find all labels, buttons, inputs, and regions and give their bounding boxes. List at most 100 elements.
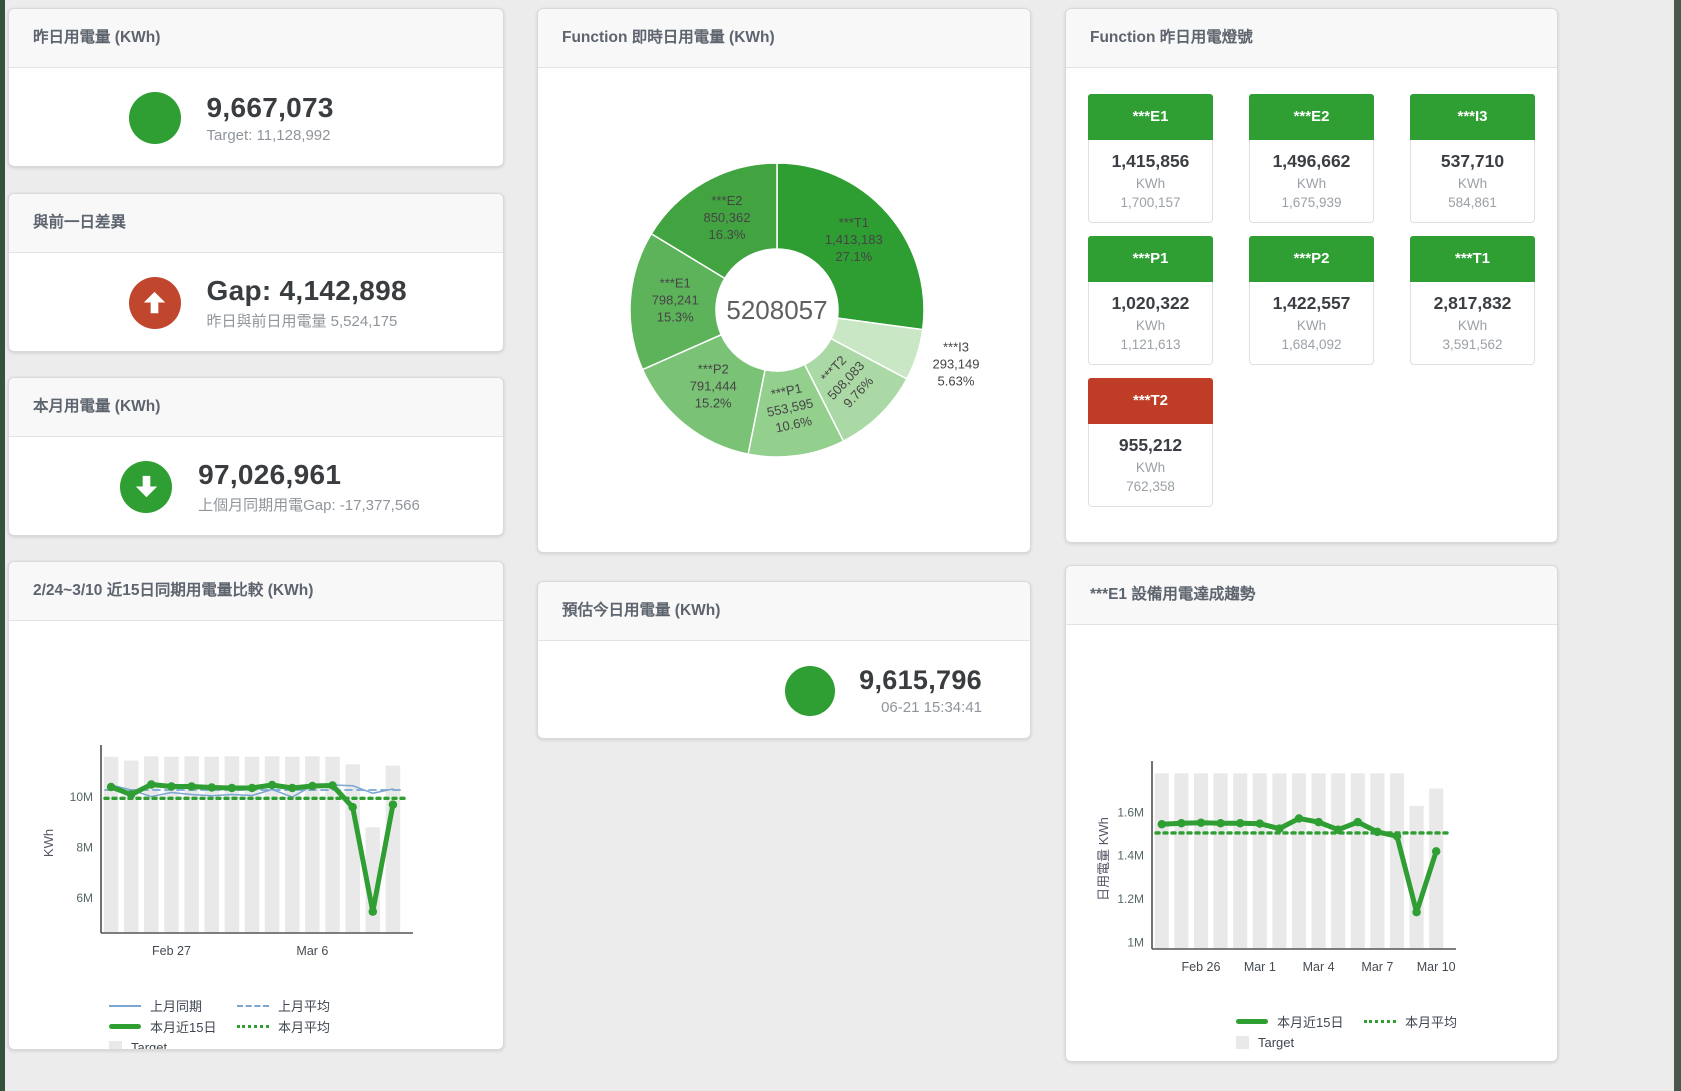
svg-text:1.6M: 1.6M (1117, 805, 1144, 819)
tile-value: 1,415,856 (1089, 151, 1212, 172)
kpi-body: 97,026,961 上個月同期用電Gap: -17,377,566 (23, 437, 517, 536)
tile-unit: KWh (1089, 318, 1212, 333)
target-bar (1292, 773, 1306, 949)
legend-item[interactable]: 本月近15日 (109, 1017, 237, 1036)
legend-item[interactable]: 上月同期 (109, 996, 237, 1015)
tile-name: ***T2 (1088, 378, 1213, 424)
target-bar (124, 761, 138, 933)
panel-title: ***E1 設備用電達成趨勢 (1066, 566, 1557, 625)
tile-unit: KWh (1250, 318, 1373, 333)
compare-chart[interactable]: 6M8M10MFeb 27Mar 6KWh (39, 741, 503, 991)
status-circle-icon (785, 666, 835, 716)
tile-value: 1,020,322 (1089, 293, 1212, 314)
trend-chart[interactable]: 1M1.2M1.4M1.6MFeb 26Mar 1Mar 4Mar 7Mar 1… (1094, 757, 1557, 1007)
legend-marker-icon (109, 1024, 141, 1029)
tile-target: 762,358 (1089, 479, 1212, 494)
panel-status-lights: Function 昨日用電燈號 ***E11,415,856KWh1,700,1… (1065, 8, 1558, 543)
tile-unit: KWh (1411, 176, 1534, 191)
legend-label: 本月平均 (278, 1017, 330, 1036)
tile-target: 3,591,562 (1411, 337, 1534, 352)
kpi-value: 97,026,961 (198, 459, 420, 491)
kpi-subtitle: 昨日與前日用電量 5,524,175 (207, 310, 412, 331)
target-bar (1312, 773, 1326, 949)
device-tile[interactable]: ***P1 1,020,322 KWh 1,121,613 (1088, 236, 1213, 365)
legend-item[interactable]: 本月平均 (1364, 1012, 1492, 1031)
panel-title: 預估今日用電量 (KWh) (538, 582, 1030, 641)
panel-day-gap: 與前一日差異 Gap: 4,142,898 昨日與前日用電量 5,524,175 (8, 193, 504, 352)
legend-marker-icon (109, 1005, 141, 1007)
target-bar (1272, 773, 1286, 949)
panel-title: Function 昨日用電燈號 (1066, 9, 1557, 68)
tile-target: 1,121,613 (1089, 337, 1212, 352)
svg-text:1.4M: 1.4M (1117, 849, 1144, 863)
tile-name: ***P1 (1088, 236, 1213, 282)
device-tile[interactable]: ***E21,496,662KWh1,675,939 (1249, 94, 1374, 223)
tile-value: 1,496,662 (1250, 151, 1373, 172)
panel-title: 昨日用電量 (KWh) (9, 9, 503, 68)
panel-month-usage: 本月用電量 (KWh) 97,026,961 上個月同期用電Gap: -17,3… (8, 377, 504, 536)
legend-row: 上月同期 上月平均 (109, 995, 503, 1016)
kpi-value: Gap: 4,142,898 (207, 275, 412, 307)
page-edge-right (1674, 0, 1681, 1091)
legend-row: Target (109, 1037, 503, 1049)
panel-yesterday-usage: 昨日用電量 (KWh) 9,667,073 Target: 11,128,992 (8, 8, 504, 167)
panel-title: 2/24~3/10 近15日同期用電量比較 (KWh) (9, 562, 503, 621)
device-tile[interactable]: ***T2955,212KWh762,358 (1088, 378, 1213, 507)
target-bar (204, 757, 218, 933)
target-bar (1370, 773, 1384, 949)
svg-text:Mar 1: Mar 1 (1244, 960, 1276, 974)
legend-marker-icon (237, 1005, 269, 1007)
svg-text:Mar 10: Mar 10 (1417, 960, 1456, 974)
svg-text:6M: 6M (76, 891, 93, 905)
device-tile[interactable]: ***P2 1,422,557 KWh 1,684,092 (1249, 236, 1374, 365)
target-bar (1155, 773, 1169, 949)
device-tile[interactable]: ***T12,817,832KWh3,591,562 (1410, 236, 1535, 365)
legend-item[interactable]: 本月近15日 (1236, 1012, 1364, 1031)
legend-item[interactable]: 本月平均 (237, 1017, 365, 1036)
kpi-subtitle: 上個月同期用電Gap: -17,377,566 (198, 494, 420, 515)
tile-unit: KWh (1089, 460, 1212, 475)
y-axis-label: KWh (41, 829, 56, 857)
legend-row: 本月近15日 本月平均 (109, 1016, 503, 1037)
tile-target: 1,684,092 (1250, 337, 1373, 352)
kpi-body: 9,667,073 Target: 11,128,992 (23, 68, 517, 167)
tiles-grid: ***E11,415,856KWh1,700,157***E21,496,662… (1066, 68, 1557, 507)
panel-today-estimate: 預估今日用電量 (KWh) 9,615,796 06-21 15:34:41 (537, 581, 1031, 739)
legend-label: 上月同期 (150, 996, 202, 1015)
device-tile[interactable]: ***E11,415,856KWh1,700,157 (1088, 94, 1213, 223)
tile-value: 1,422,557 (1250, 293, 1373, 314)
legend-row: 本月近15日 本月平均 (1236, 1011, 1557, 1032)
tile-name: ***P2 (1249, 236, 1374, 282)
legend-marker-icon (1236, 1019, 1268, 1024)
tile-unit: KWh (1250, 176, 1373, 191)
tile-name: ***T1 (1410, 236, 1535, 282)
target-bar (225, 756, 239, 933)
panel-title: Function 即時日用電量 (KWh) (538, 9, 1030, 68)
tile-target: 1,700,157 (1089, 195, 1212, 210)
tile-unit: KWh (1411, 318, 1534, 333)
page-edge-left (0, 0, 5, 1091)
legend-row: Target (1236, 1032, 1557, 1053)
up-arrow-icon (129, 277, 181, 329)
device-tile[interactable]: ***I3537,710KWh584,861 (1410, 94, 1535, 223)
legend-item[interactable]: Target (1236, 1035, 1364, 1050)
donut-center-value: 5208057 (726, 295, 827, 325)
legend-label: Target (131, 1040, 167, 1049)
target-bar (1194, 773, 1208, 949)
svg-text:Mar 7: Mar 7 (1361, 960, 1393, 974)
status-circle-icon (129, 92, 181, 144)
donut-chart[interactable]: ***T11,413,18327.1%***I3293,1495.63%***T… (549, 148, 1019, 478)
legend-label: 本月平均 (1405, 1012, 1457, 1031)
panel-e1-trend: ***E1 設備用電達成趨勢 1M1.2M1.4M1.6MFeb 26Mar 1… (1065, 565, 1558, 1062)
target-bar (1351, 773, 1365, 949)
svg-text:1M: 1M (1127, 935, 1144, 949)
panel-compare-chart: 2/24~3/10 近15日同期用電量比較 (KWh) 6M8M10MFeb 2… (8, 561, 504, 1050)
down-arrow-icon (120, 461, 172, 513)
legend-item[interactable]: 上月平均 (237, 996, 365, 1015)
svg-text:10M: 10M (70, 790, 93, 804)
target-bar (1174, 773, 1188, 949)
y-axis-label: 日用電量 KWh (1096, 817, 1111, 901)
legend-label: Target (1258, 1035, 1294, 1050)
target-bar (1253, 773, 1267, 949)
legend-item[interactable]: Target (109, 1040, 237, 1049)
